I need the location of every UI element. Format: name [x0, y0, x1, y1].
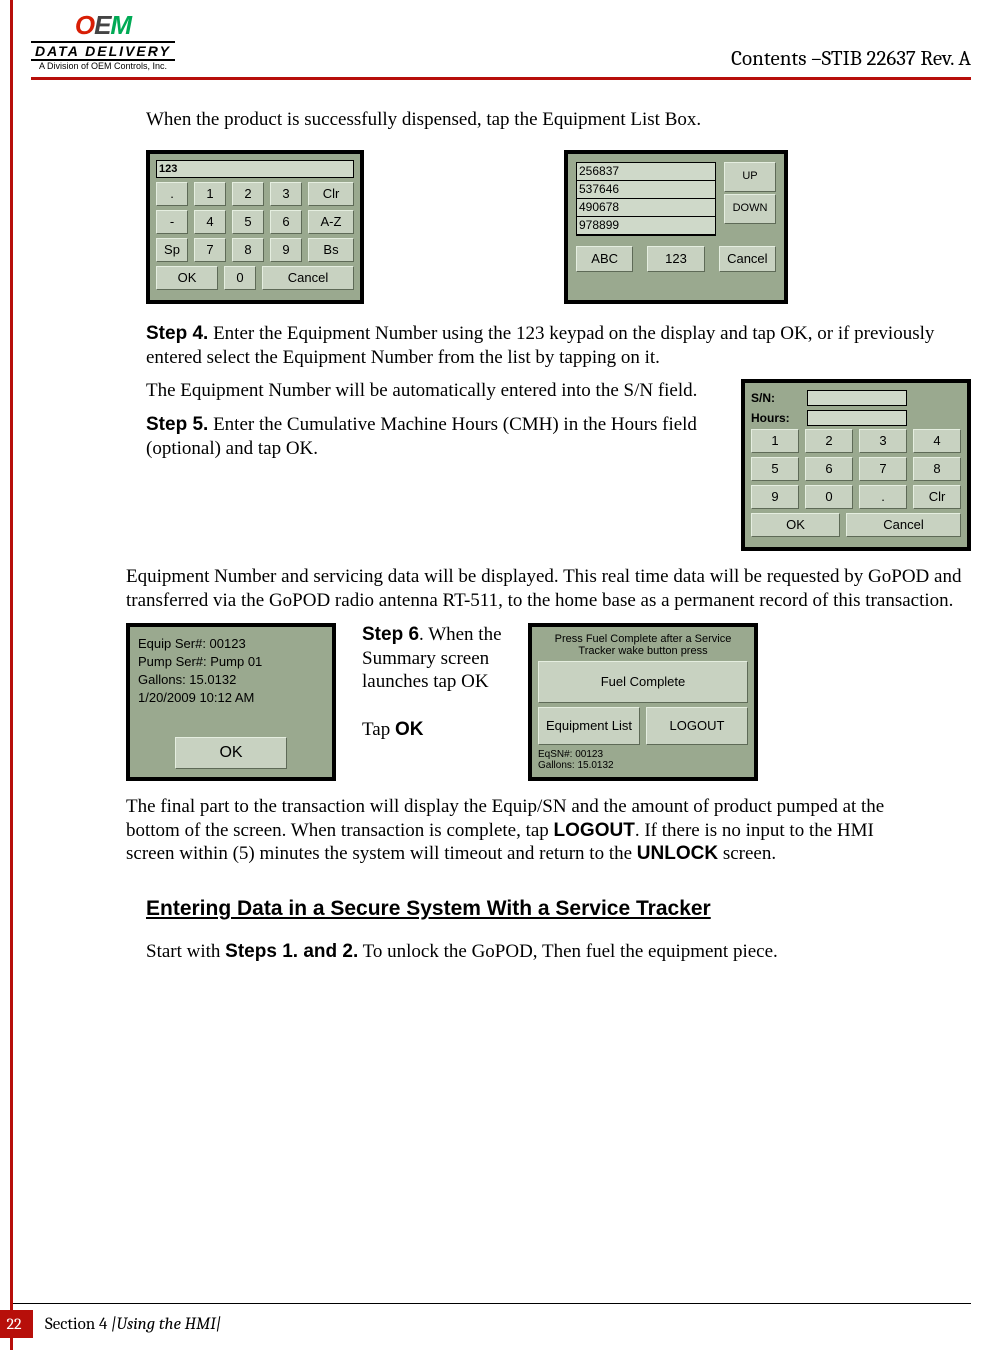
sn-btn: Clr	[913, 485, 961, 509]
list-item: 537646	[577, 181, 715, 199]
start-steps-text: Start with Steps 1. and 2. To unlock the…	[146, 940, 971, 964]
page-footer: 22 Section 4 |Using the HMI|	[13, 1303, 971, 1338]
list-item: 256837	[577, 163, 715, 181]
keypad-btn: 5	[232, 210, 264, 234]
summary-line: Equip Ser#: 00123	[138, 635, 324, 653]
sn-ok: OK	[751, 513, 840, 537]
list-item: 490678	[577, 199, 715, 217]
intro-text: When the product is successfully dispens…	[146, 108, 971, 132]
figure-row-2: Equip Ser#: 00123 Pump Ser#: Pump 01 Gal…	[126, 623, 971, 781]
keypad-btn: 9	[270, 238, 302, 262]
step-5-text: Enter the Cumulative Machine Hours (CMH)…	[146, 414, 697, 459]
logo-sub: A Division of OEM Controls, Inc.	[39, 61, 167, 71]
fuel-status-line: Gallons: 15.0132	[538, 760, 748, 771]
equip-paragraph: Equipment Number and servicing data will…	[126, 565, 971, 613]
sn-btn: 4	[913, 429, 961, 453]
keypad-btn: 0	[224, 266, 256, 290]
123-button: 123	[647, 246, 704, 272]
keypad-cancel: Cancel	[262, 266, 354, 290]
list-item: 978899	[577, 217, 715, 235]
sn-btn: 7	[859, 457, 907, 481]
cancel-button: Cancel	[719, 246, 776, 272]
sn-btn: 8	[913, 457, 961, 481]
keypad-btn: Clr	[308, 182, 354, 206]
hmi-fuel-screenshot: Press Fuel Complete after a Service Trac…	[528, 623, 758, 781]
hmi-summary-screenshot: Equip Ser#: 00123 Pump Ser#: Pump 01 Gal…	[126, 623, 336, 781]
keypad-btn: 6	[270, 210, 302, 234]
summary-line: Gallons: 15.0132	[138, 671, 324, 689]
main-content: When the product is successfully dispens…	[31, 108, 971, 964]
hours-label: Hours:	[751, 411, 807, 426]
keypad-btn: 3	[270, 182, 302, 206]
step-5-label: Step 5.	[146, 414, 208, 435]
fuel-complete-button: Fuel Complete	[538, 661, 748, 703]
hmi-keypad-screenshot: 123 . 1 2 3 Clr - 4 5 6 A-Z Sp 7	[146, 150, 364, 304]
keypad-ok: OK	[156, 266, 218, 290]
sn-btn: 0	[805, 485, 853, 509]
keypad-btn: -	[156, 210, 188, 234]
figure-row-1: 123 . 1 2 3 Clr - 4 5 6 A-Z Sp 7	[146, 150, 971, 304]
keypad-display-label: 123	[159, 163, 177, 175]
page-header: OEM DATA DELIVERY A Division of OEM Cont…	[31, 0, 971, 80]
footer-section: Section 4	[45, 1315, 111, 1334]
keypad-btn: 4	[194, 210, 226, 234]
step-4: Step 4. Enter the Equipment Number using…	[146, 322, 971, 370]
keypad-btn: A-Z	[308, 210, 354, 234]
keypad-btn: 2	[232, 182, 264, 206]
sn-btn: 6	[805, 457, 853, 481]
logo: OEM DATA DELIVERY A Division of OEM Cont…	[31, 10, 175, 71]
hmi-list-screenshot: 256837 537646 490678 978899 UP DOWN ABC …	[564, 150, 788, 304]
page-number: 22	[0, 1310, 33, 1338]
hmi-sn-screenshot: S/N: Hours: 1 2 3 4 5 6 7 8 9 0 . Clr OK	[741, 379, 971, 551]
summary-line: 1/20/2009 10:12 AM	[138, 689, 324, 707]
keypad-btn: .	[156, 182, 188, 206]
keypad-btn: 8	[232, 238, 264, 262]
step-6-label: Step 6	[362, 624, 419, 645]
tap-text: Tap	[362, 719, 395, 740]
sn-btn: 9	[751, 485, 799, 509]
step-6-block: Step 6. When the Summary screen launches…	[362, 623, 502, 742]
step-4-label: Step 4.	[146, 323, 208, 344]
footer-title: |Using the HMI|	[111, 1315, 221, 1334]
final-paragraph: The final part to the transaction will d…	[126, 795, 971, 866]
sn-cancel: Cancel	[846, 513, 961, 537]
document-title: Contents –STIB 22637 Rev. A	[731, 47, 971, 71]
keypad-btn: 7	[194, 238, 226, 262]
summary-line: Pump Ser#: Pump 01	[138, 653, 324, 671]
abc-button: ABC	[576, 246, 633, 272]
fuel-msg: Press Fuel Complete after a Service Trac…	[538, 633, 748, 657]
tap-ok: OK	[395, 719, 424, 740]
fuel-status-line: EqSN#: 00123	[538, 749, 748, 760]
equipment-list-button: Equipment List	[538, 707, 640, 745]
step-4-text: Enter the Equipment Number using the 123…	[146, 323, 934, 368]
down-button: DOWN	[724, 194, 776, 224]
section-heading: Entering Data in a Secure System With a …	[146, 896, 971, 922]
sn-label: S/N:	[751, 391, 807, 406]
sn-btn: 2	[805, 429, 853, 453]
sn-btn: 1	[751, 429, 799, 453]
keypad-btn: Sp	[156, 238, 188, 262]
sn-btn: .	[859, 485, 907, 509]
sn-btn: 5	[751, 457, 799, 481]
keypad-btn: Bs	[308, 238, 354, 262]
summary-ok: OK	[175, 737, 287, 769]
logo-mid: DATA DELIVERY	[31, 41, 175, 61]
sn-btn: 3	[859, 429, 907, 453]
keypad-btn: 1	[194, 182, 226, 206]
logout-button: LOGOUT	[646, 707, 748, 745]
up-button: UP	[724, 162, 776, 192]
